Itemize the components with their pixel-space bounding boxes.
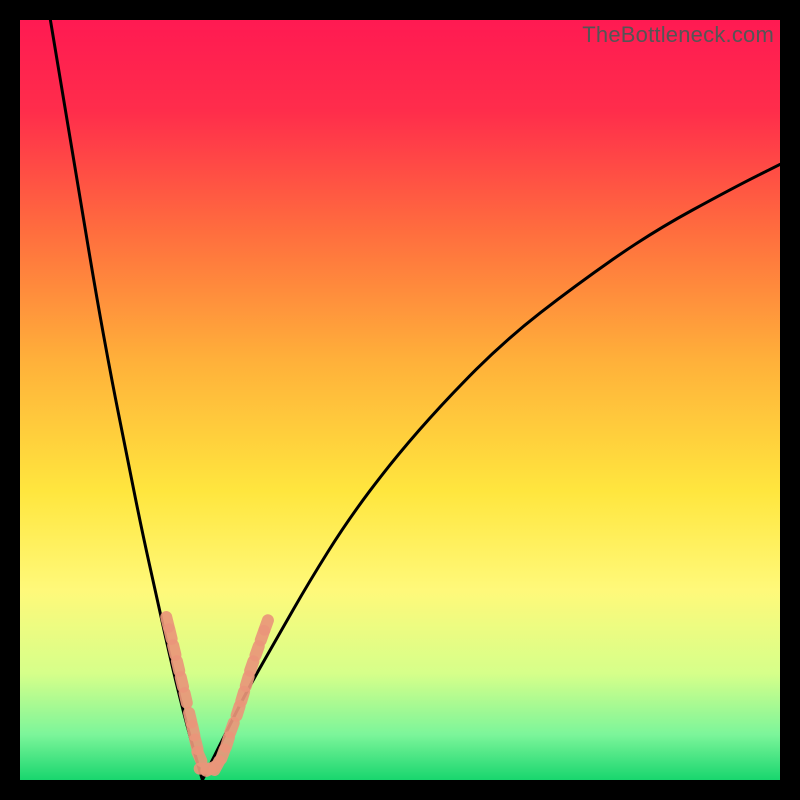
chart-svg (20, 20, 780, 780)
chart-frame: TheBottleneck.com (20, 20, 780, 780)
gradient-background (20, 20, 780, 780)
watermark-label: TheBottleneck.com (582, 22, 774, 48)
